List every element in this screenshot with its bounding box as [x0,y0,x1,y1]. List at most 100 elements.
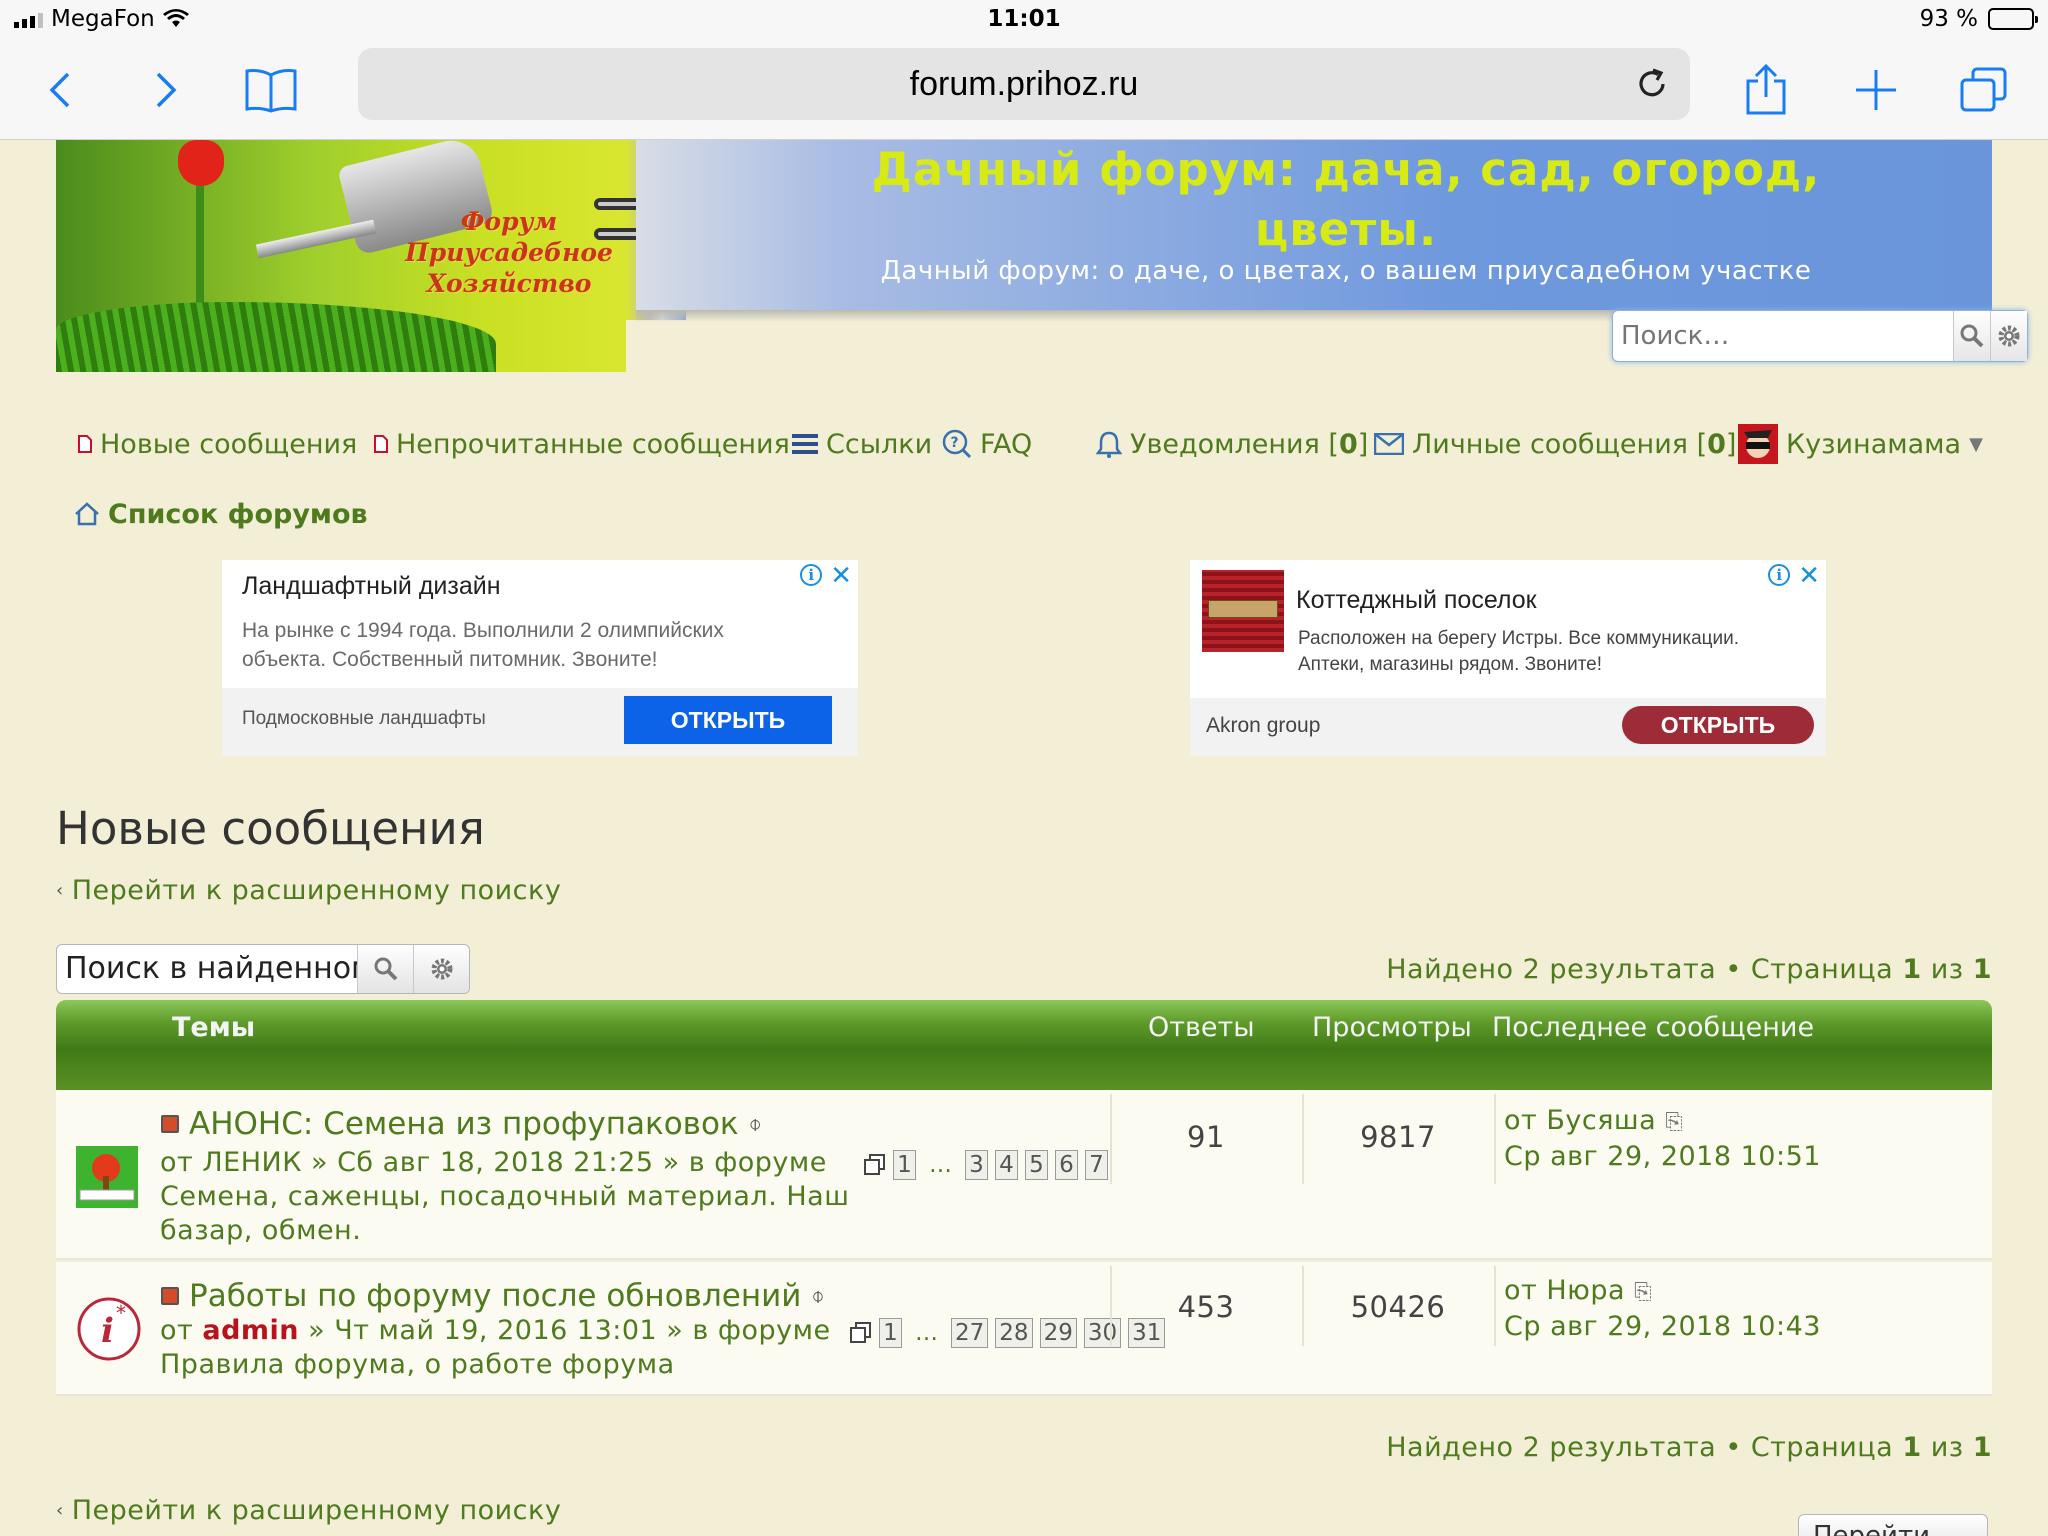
back-button[interactable] [30,40,90,140]
chevron-left-icon [49,72,70,108]
topic-icon-image [76,1146,138,1212]
forum-link[interactable]: Семена, саженцы, посадочный материал. На… [160,1181,849,1246]
list-icon [792,434,818,454]
ad-advertiser: Akron group [1206,714,1321,737]
reload-icon [1639,68,1665,97]
page-link[interactable]: 4 [995,1150,1018,1180]
topics-table-header: Темы Ответы Просмотры Последнее сообщени… [56,1000,1992,1090]
last-post-author[interactable]: Нюра [1546,1275,1625,1306]
bell-icon [1096,431,1122,458]
advanced-search-button[interactable] [1990,311,2027,361]
info-icon[interactable]: i [800,564,823,586]
svg-text:i: i [101,1311,114,1351]
ad-advertiser: Подмосковные ландшафты [242,708,486,729]
battery: 93 % [1920,6,2038,32]
status-bar: MegaFon 11:01 93 % [0,0,2048,40]
pages-icon [864,1154,885,1175]
page-title: Новые сообщения [56,802,485,855]
forum-logo[interactable]: Форум Приусадебное Хозяйство [56,140,626,372]
search-icon [1960,324,1984,348]
topic-author[interactable]: admin [202,1315,299,1346]
reload-button[interactable] [1632,64,1672,104]
view-latest-icon[interactable]: ⎘ [1665,1110,1683,1135]
topic-row: АНОНС: Семена из профупаковок ⌽ от ЛЕНИК… [56,1090,1992,1260]
topic-author[interactable]: ЛЕНИК [202,1147,302,1178]
search-results-input[interactable]: Поиск в найденном… [57,945,357,993]
nav-new-posts[interactable]: Новые сообщения [78,420,357,468]
page-link[interactable]: 1 [893,1150,916,1180]
nav-bar: Новые сообщения Непрочитанные сообщения … [56,420,1992,468]
site-title[interactable]: Дачный форум: дача, сад, огород, цветы. [836,140,1856,260]
ad-text: Расположен на берегу Истры. Все коммуник… [1298,628,1740,675]
last-post-author[interactable]: Бусяша [1546,1105,1656,1136]
page-link[interactable]: 6 [1055,1150,1078,1180]
ad-banner-2[interactable]: i ✕ Коттеджный поселок Расположен на бер… [1190,560,1826,756]
announcement-icon: i * [76,1296,142,1366]
search-button[interactable] [357,945,413,993]
battery-icon [1988,8,2038,30]
pagination-info: Найдено 2 результата • Страница 1 из 1 [1386,1432,1992,1463]
column-views: Просмотры [1312,1012,1472,1043]
advanced-search-button[interactable] [413,945,469,993]
info-icon[interactable]: i [1768,564,1791,586]
nav-faq[interactable]: ? FAQ [942,420,1032,468]
topic-pagination: 1 … 3 4 5 6 7 [864,1150,1108,1180]
ad-controls: i ✕ [800,562,852,588]
page-link[interactable]: 27 [951,1318,989,1348]
forum-link[interactable]: Правила форума, о работе форума [160,1348,870,1382]
ad-title: Коттеджный поселок [1296,586,1537,614]
last-post: от Бусяша ⎘ Ср авг 29, 2018 10:51 [1504,1105,1821,1172]
user-menu[interactable]: Кузинамама ▼ [1738,420,1983,468]
topic-meta: от admin » Чт май 19, 2016 13:01 » в фор… [160,1314,870,1382]
page-link[interactable]: 30 [1083,1318,1122,1348]
search-within-results: Поиск в найденном… [56,944,470,994]
bookmarks-button[interactable] [236,40,306,140]
page-link[interactable]: 7 [1085,1150,1108,1180]
advanced-search-link[interactable]: ‹ Перейти к расширенному поиску [56,1492,561,1528]
ad-open-button[interactable]: ОТКРЫТЬ [624,696,832,744]
plus-icon [1856,70,1896,110]
nav-private-messages[interactable]: Личные сообщения [0] [1374,420,1736,468]
search-icon [374,957,397,981]
topic-title-link[interactable]: АНОНС: Семена из профупаковок ⌽ [161,1106,762,1142]
close-icon[interactable]: ✕ [1798,562,1820,588]
nav-links[interactable]: Ссылки [792,420,932,468]
search-input[interactable] [1613,311,1953,361]
forward-button[interactable] [136,40,196,140]
document-icon [374,435,388,453]
arrow-left-icon: ‹ [56,879,64,901]
dropdown-arrow-icon: ▼ [1969,433,1983,455]
address-bar[interactable]: forum.prihoz.ru [358,48,1690,120]
nav-notifications[interactable]: Уведомления [0] [1096,420,1368,468]
forum-index-link[interactable]: Список форумов [74,494,368,534]
nav-unread-posts[interactable]: Непрочитанные сообщения [374,420,790,468]
svg-text:*: * [116,1301,126,1325]
chevron-right-icon [156,72,177,108]
ad-open-button[interactable]: ОТКРЫТЬ [1622,706,1814,744]
topic-row: i * Работы по форуму после обновлений ⌽ о… [56,1262,1992,1396]
advanced-search-link[interactable]: ‹ Перейти к расширенному поиску [56,872,561,908]
goto-button[interactable]: Перейти [1798,1514,1988,1536]
close-icon[interactable]: ✕ [830,562,852,588]
tulip-icon [178,140,224,186]
topic-title-link[interactable]: Работы по форуму после обновлений ⌽ [161,1278,825,1314]
tabs-button[interactable] [1952,40,2016,140]
page-link[interactable]: 5 [1025,1150,1048,1180]
home-icon [75,502,99,526]
share-button[interactable] [1736,40,1796,140]
search-button[interactable] [1953,311,1990,361]
ad-footer: Подмосковные ландшафты ОТКРЫТЬ [222,688,858,756]
topic-meta: от ЛЕНИК » Сб авг 18, 2018 21:25 » в фор… [160,1147,850,1246]
ad-title: Ландшафтный дизайн [242,572,501,600]
page-link[interactable]: 3 [965,1150,988,1180]
page-link[interactable]: 29 [1039,1318,1077,1348]
share-icon [1746,63,1786,115]
page-link[interactable]: 28 [995,1318,1033,1348]
pagination-info: Найдено 2 результата • Страница 1 из 1 [1386,954,1992,985]
last-post: от Нюра ⎘ Ср авг 29, 2018 10:43 [1504,1275,1821,1342]
page-link[interactable]: 1 [879,1318,902,1348]
last-post-date: Ср авг 29, 2018 10:51 [1504,1141,1821,1172]
new-tab-button[interactable] [1846,40,1906,140]
ad-banner-1[interactable]: i ✕ Ландшафтный дизайн На рынке с 1994 г… [222,560,858,756]
view-latest-icon[interactable]: ⎘ [1634,1280,1652,1305]
